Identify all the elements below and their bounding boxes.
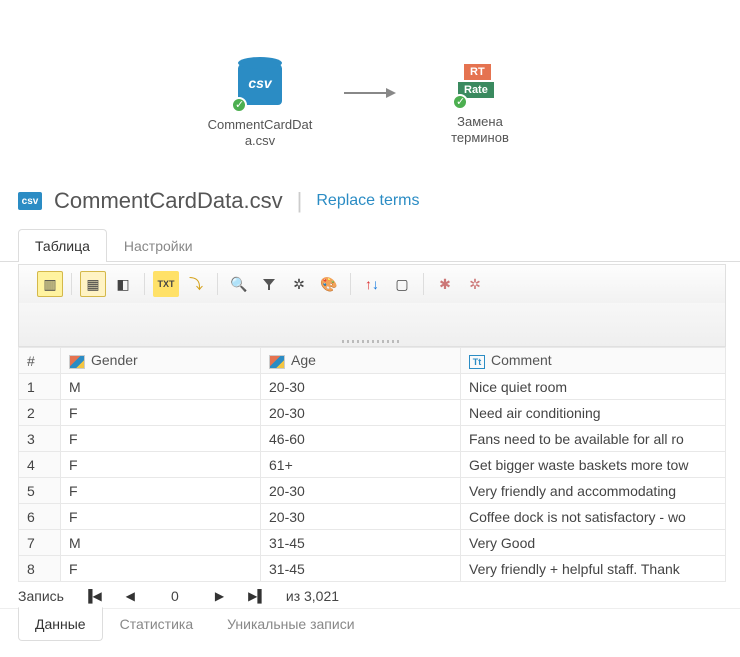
toolbar-separator (217, 273, 218, 295)
cell-gender[interactable]: F (61, 478, 261, 504)
record-label: Запись (18, 588, 64, 604)
cell-rownum: 2 (19, 400, 61, 426)
toolbar-spacer (18, 303, 726, 347)
cell-comment[interactable]: Fans need to be available for all ro (461, 426, 726, 452)
workflow-node-label: CommentCardDat a.csv (208, 117, 313, 148)
cell-rownum: 5 (19, 478, 61, 504)
workflow-arrow-icon (340, 68, 400, 118)
tab-таблица[interactable]: Таблица (18, 229, 107, 262)
header-comment[interactable]: TtComment (461, 348, 726, 374)
nav-first-icon[interactable]: ▐◀ (80, 589, 106, 603)
text-type-icon: Tt (469, 355, 485, 369)
cell-age[interactable]: 61+ (261, 452, 461, 478)
categorical-icon (269, 355, 285, 369)
toolbar-separator (144, 273, 145, 295)
workflow-canvas: CommentCardDat a.csv RT Rate Замена терм… (0, 0, 740, 180)
columns-icon[interactable]: ▥ (37, 271, 63, 297)
replace-terms-icon: RT Rate (456, 64, 504, 108)
cell-gender[interactable]: M (61, 374, 261, 400)
table-row[interactable]: 1M20-30Nice quiet room (19, 374, 726, 400)
nav-last-icon[interactable]: ▶▌ (244, 589, 270, 603)
cell-gender[interactable]: F (61, 452, 261, 478)
tab-данные[interactable]: Данные (18, 607, 103, 641)
toolbar-separator (350, 273, 351, 295)
cell-comment[interactable]: Very Good (461, 530, 726, 556)
tabs-top: ТаблицаНастройки (0, 228, 740, 262)
workflow-node-csv[interactable]: CommentCardDat a.csv (200, 61, 320, 148)
tab-уникальные-записи[interactable]: Уникальные записи (210, 608, 371, 641)
cell-comment[interactable]: Get bigger waste baskets more tow (461, 452, 726, 478)
cell-rownum: 7 (19, 530, 61, 556)
table-header-row: # Gender Age TtComment (19, 348, 726, 374)
categorical-icon (69, 355, 85, 369)
data-table: # Gender Age TtComment 1M20-30Nice quiet… (18, 347, 726, 582)
cell-gender[interactable]: F (61, 504, 261, 530)
table-row[interactable]: 6F20-30Coffee dock is not satisfactory -… (19, 504, 726, 530)
table-row[interactable]: 8F31-45Very friendly + helpful staff. Th… (19, 556, 726, 582)
cell-rownum: 8 (19, 556, 61, 582)
spark-down-icon[interactable]: ✲ (462, 271, 488, 297)
cell-age[interactable]: 20-30 (261, 504, 461, 530)
check-badge-icon (452, 94, 468, 110)
sort-icon[interactable]: ⤵ (183, 271, 209, 297)
tab-настройки[interactable]: Настройки (107, 229, 210, 262)
palette-icon[interactable]: 🎨 (316, 271, 342, 297)
cell-gender[interactable]: F (61, 426, 261, 452)
cell-rownum: 4 (19, 452, 61, 478)
table-row[interactable]: 3F46-60Fans need to be available for all… (19, 426, 726, 452)
nav-next-icon[interactable]: ▶ (211, 589, 228, 603)
record-navigator: Запись ▐◀ ◀ 0 ▶ ▶▌ из 3,021 (0, 582, 740, 606)
toolbar: ▥ ▦ ◧ TXT ⤵ 🔍 ✲ 🎨 ↑↓ ▢ ✱ ✲ (18, 264, 726, 303)
cell-comment[interactable]: Coffee dock is not satisfactory - wo (461, 504, 726, 530)
highlight-icon[interactable]: ▦ (80, 271, 106, 297)
spark-up-icon[interactable]: ✱ (432, 271, 458, 297)
record-position[interactable]: 0 (155, 588, 195, 604)
title-bar: csv CommentCardData.csv | Replace terms (0, 180, 740, 228)
cell-rownum: 6 (19, 504, 61, 530)
cell-comment[interactable]: Need air conditioning (461, 400, 726, 426)
cell-age[interactable]: 20-30 (261, 478, 461, 504)
tabs-bottom: ДанныеСтатистикаУникальные записи (0, 608, 740, 642)
cell-comment[interactable]: Nice quiet room (461, 374, 726, 400)
table-row[interactable]: 7M31-45Very Good (19, 530, 726, 556)
reorder-icon[interactable]: ↑↓ (359, 271, 385, 297)
txt-icon[interactable]: TXT (153, 271, 179, 297)
cell-comment[interactable]: Very friendly + helpful staff. Thank (461, 556, 726, 582)
cell-comment[interactable]: Very friendly and accommodating (461, 478, 726, 504)
workflow-node-label: Замена терминов (451, 114, 509, 145)
cell-age[interactable]: 20-30 (261, 400, 461, 426)
header-age[interactable]: Age (261, 348, 461, 374)
cell-gender[interactable]: M (61, 530, 261, 556)
table-row[interactable]: 5F20-30Very friendly and accommodating (19, 478, 726, 504)
binoculars-icon[interactable]: 🔍 (226, 271, 252, 297)
table-row[interactable]: 2F20-30Need air conditioning (19, 400, 726, 426)
table-row[interactable]: 4F61+Get bigger waste baskets more tow (19, 452, 726, 478)
check-badge-icon (231, 97, 247, 113)
header-gender[interactable]: Gender (61, 348, 261, 374)
cell-age[interactable]: 31-45 (261, 530, 461, 556)
toolbar-separator (71, 273, 72, 295)
header-rownum[interactable]: # (19, 348, 61, 374)
gear-icon[interactable]: ✲ (286, 271, 312, 297)
title-separator: | (297, 188, 303, 214)
tab-статистика[interactable]: Статистика (103, 608, 211, 641)
cell-gender[interactable]: F (61, 556, 261, 582)
workflow-node-replace[interactable]: RT Rate Замена терминов (420, 64, 540, 145)
filter-icon[interactable] (256, 271, 282, 297)
cell-rownum: 3 (19, 426, 61, 452)
splitter-icon[interactable]: ◧ (110, 271, 136, 297)
cell-age[interactable]: 31-45 (261, 556, 461, 582)
cell-gender[interactable]: F (61, 400, 261, 426)
cell-rownum: 1 (19, 374, 61, 400)
nav-prev-icon[interactable]: ◀ (122, 589, 139, 603)
cell-age[interactable]: 20-30 (261, 374, 461, 400)
page-title: CommentCardData.csv (54, 188, 283, 214)
page-subtitle[interactable]: Replace terms (316, 192, 419, 210)
page-icon[interactable]: ▢ (389, 271, 415, 297)
record-total: из 3,021 (286, 588, 339, 604)
csv-small-icon: csv (18, 192, 42, 210)
toolbar-separator (423, 273, 424, 295)
csv-file-icon (235, 61, 285, 111)
cell-age[interactable]: 46-60 (261, 426, 461, 452)
